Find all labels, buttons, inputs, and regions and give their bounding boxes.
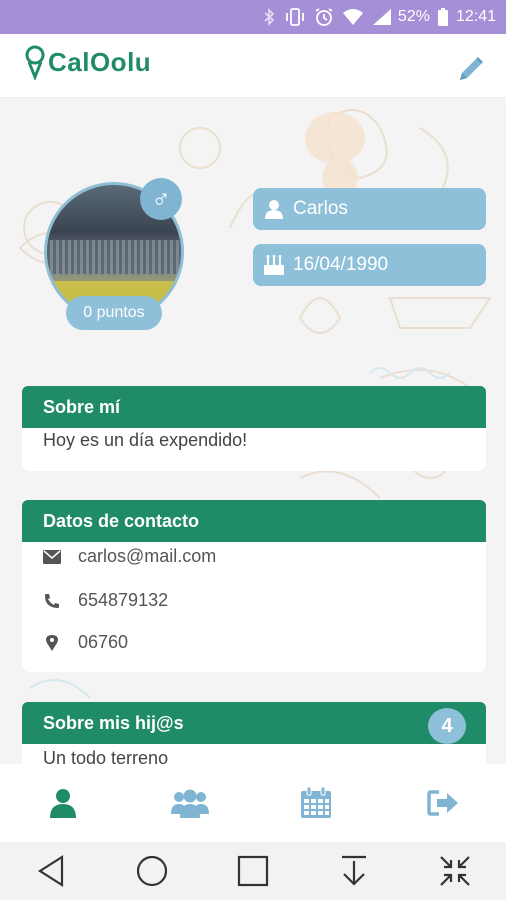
app-logo: CalOolu <box>24 44 151 80</box>
home-icon <box>136 855 167 887</box>
points-badge: 0 puntos <box>66 296 162 330</box>
nav-profile[interactable] <box>0 764 127 842</box>
logout-icon <box>427 790 458 816</box>
clock: 12:41 <box>455 8 496 25</box>
kids-card-header[interactable]: Sobre mis hij@s 4 <box>22 702 486 744</box>
recents-icon <box>237 855 269 887</box>
about-text: Hoy es un día expendido! <box>43 430 248 450</box>
about-title: Sobre mí <box>43 396 121 417</box>
system-navigation-bar <box>0 842 506 900</box>
location-row[interactable]: 06760 <box>42 632 128 653</box>
about-card-body: Hoy es un día expendido! <box>22 428 486 471</box>
recents-button[interactable] <box>233 851 273 891</box>
group-icon <box>170 789 209 818</box>
contact-email: carlos@mail.com <box>78 546 217 566</box>
calendar-icon <box>301 787 332 818</box>
location-pin-icon <box>25 45 45 80</box>
email-row[interactable]: carlos@mail.com <box>42 546 216 567</box>
download-icon <box>342 855 367 886</box>
gender-badge: ♂ <box>140 178 182 220</box>
contact-card-header: Datos de contacto <box>22 500 486 542</box>
birthday-cake-icon <box>263 255 285 275</box>
app-header: CalOolu <box>0 34 506 98</box>
battery-percent: 52% <box>397 8 430 25</box>
profile-name: Carlos <box>293 198 348 219</box>
profile-birthdate: 16/04/1990 <box>293 254 389 275</box>
nav-calendar[interactable] <box>253 764 380 842</box>
birthdate-field: 16/04/1990 <box>253 244 486 286</box>
wifi-icon <box>342 8 364 26</box>
user-icon <box>263 199 285 219</box>
alarm-icon <box>314 7 334 27</box>
phone-row[interactable]: 654879132 <box>42 590 168 611</box>
battery-icon <box>437 8 448 26</box>
collapse-button[interactable] <box>435 851 475 891</box>
app-name: CalOolu <box>48 46 152 77</box>
contact-card-body: carlos@mail.com 654879132 06760 <box>22 542 486 672</box>
bluetooth-icon <box>262 8 276 26</box>
download-button[interactable] <box>334 851 374 891</box>
contact-zip: 06760 <box>78 632 129 652</box>
vibrate-icon <box>284 8 306 26</box>
signal-icon <box>372 8 392 26</box>
phone-icon <box>42 593 62 609</box>
kids-count-badge: 4 <box>428 708 466 744</box>
name-field: Carlos <box>253 188 486 230</box>
collapse-icon <box>440 856 471 886</box>
profile-icon <box>50 789 77 818</box>
envelope-icon <box>42 549 62 564</box>
nav-logout[interactable] <box>380 764 506 842</box>
back-icon <box>37 855 63 887</box>
home-button[interactable] <box>132 851 172 891</box>
edit-button[interactable] <box>456 54 486 84</box>
pencil-icon <box>460 57 483 80</box>
bottom-navigation <box>0 764 506 842</box>
nav-groups[interactable] <box>127 764 254 842</box>
map-marker-icon <box>42 634 62 651</box>
contact-phone: 654879132 <box>78 590 169 610</box>
kids-title: Sobre mis hij@s <box>43 712 184 733</box>
contact-title: Datos de contacto <box>43 510 200 531</box>
back-button[interactable] <box>31 851 71 891</box>
about-card-header: Sobre mí <box>22 386 486 428</box>
status-bar: 52% 12:41 <box>0 0 506 34</box>
